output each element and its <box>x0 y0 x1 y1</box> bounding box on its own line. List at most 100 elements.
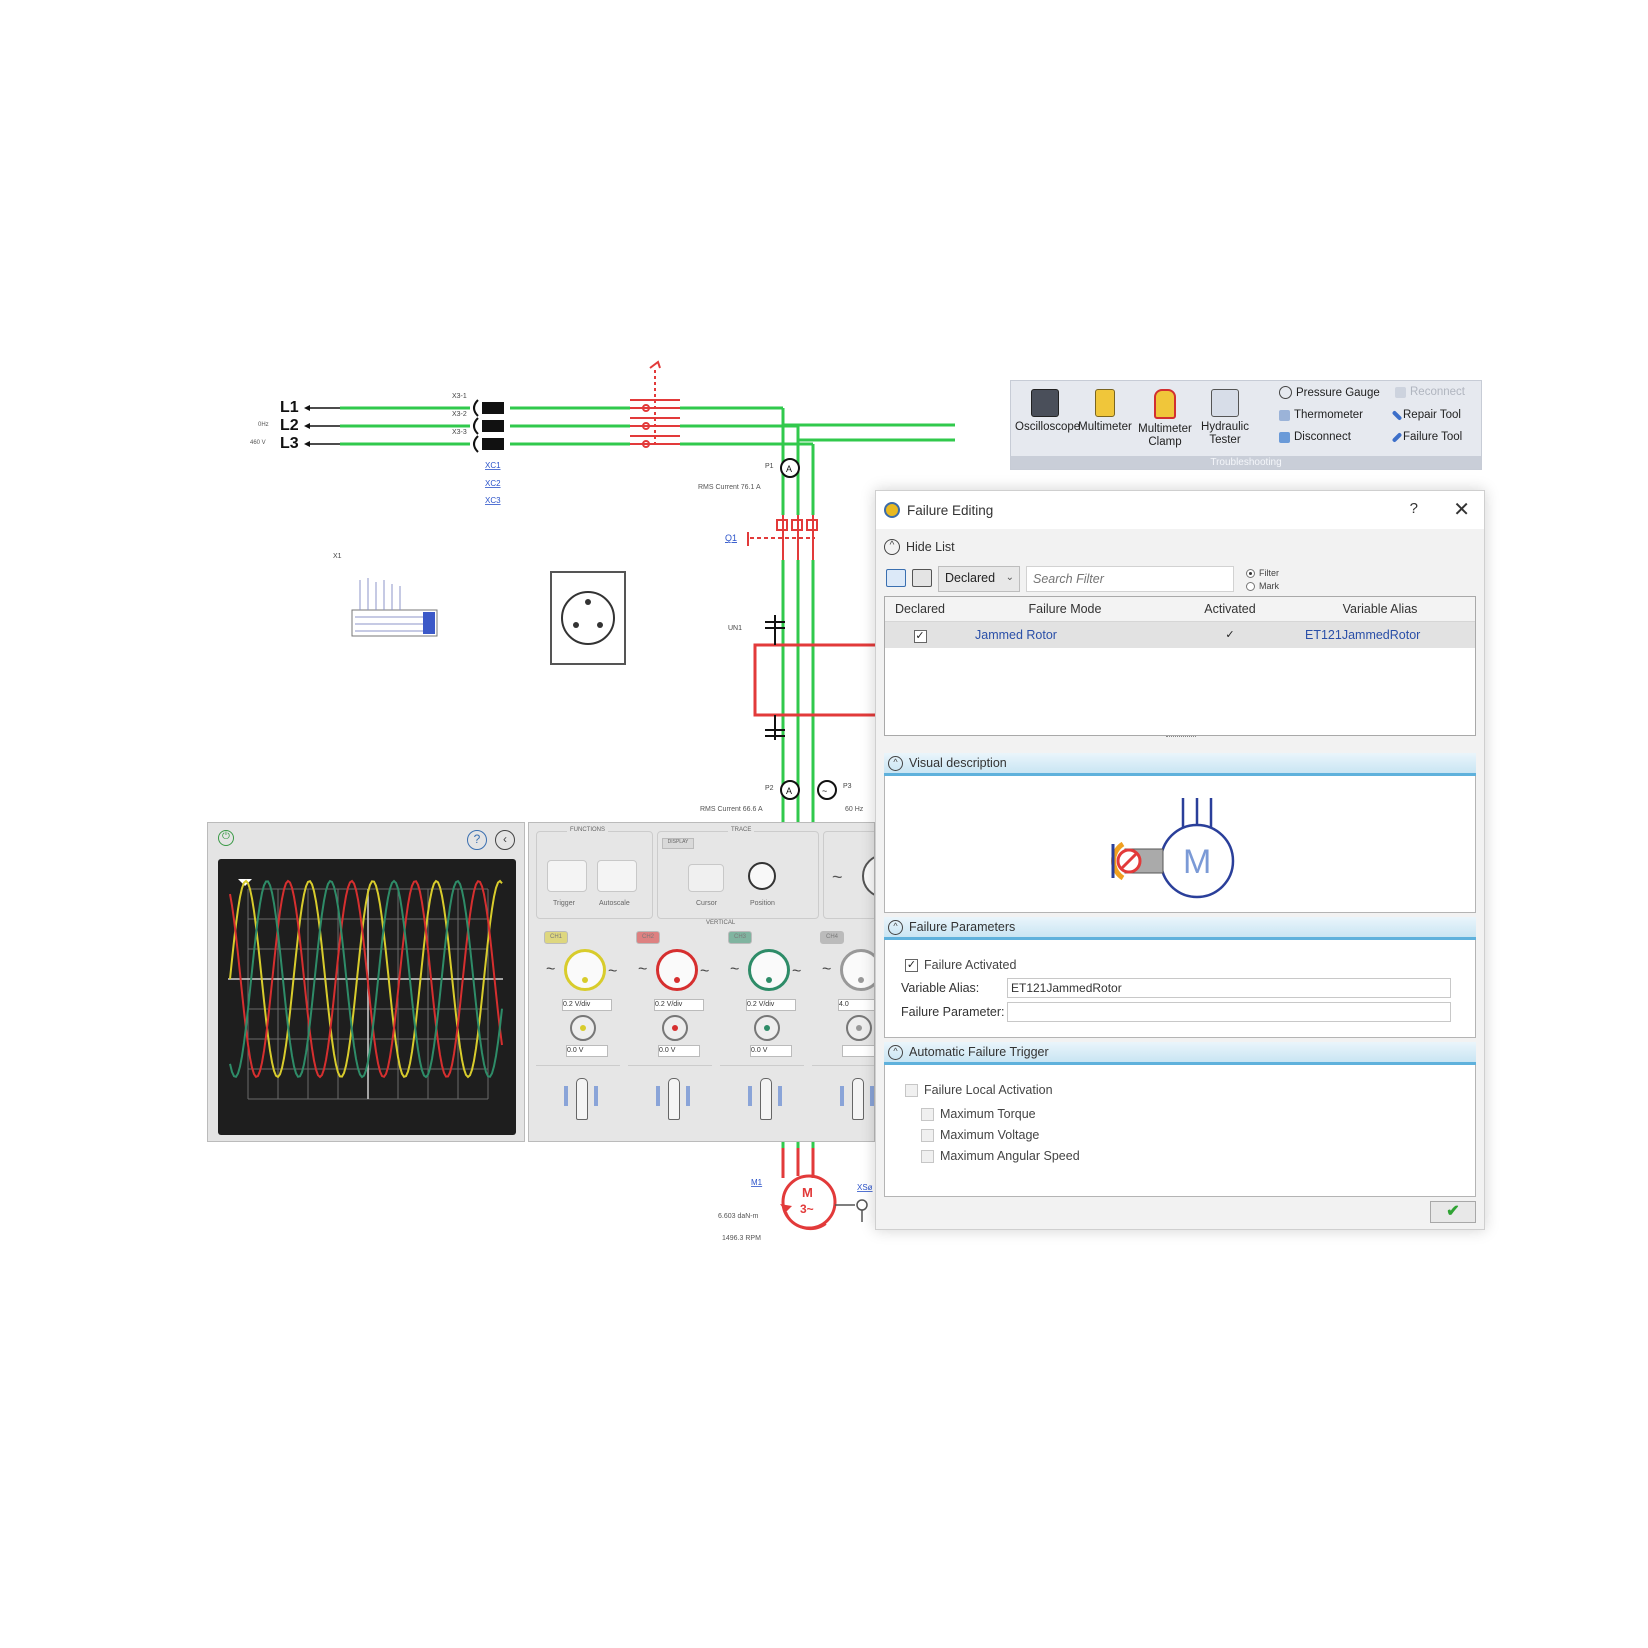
terminal-link-3[interactable]: XC3 <box>485 496 501 505</box>
terminal-link-1[interactable]: XC1 <box>485 461 501 470</box>
probe-icon[interactable] <box>576 1078 588 1120</box>
display-button[interactable]: DISPLAY <box>662 838 694 849</box>
maximum-voltage-checkbox[interactable]: Maximum Voltage <box>921 1128 1039 1142</box>
volts-div-select[interactable]: 0.2 V/div <box>746 999 796 1011</box>
terminal-link-2[interactable]: XC2 <box>485 479 501 488</box>
failure-tool-button[interactable]: Failure Tool <box>1391 431 1462 443</box>
channel-strip: CH1 ~ ~ 0.2 V/div 0.0 V <box>536 923 622 1133</box>
volts-div-select[interactable]: 0.2 V/div <box>562 999 612 1011</box>
motor-speed-reading: 1496.3 RPM <box>722 1235 761 1242</box>
automatic-trigger-header[interactable]: ^ Automatic Failure Trigger <box>884 1042 1476 1065</box>
probe-area <box>536 1065 620 1134</box>
declared-filter-select[interactable]: Declared ⌄ <box>938 566 1020 592</box>
add-failure-icon[interactable] <box>886 569 906 587</box>
functions-group: FUNCTIONS Trigger Autoscale <box>536 827 653 919</box>
probe-area <box>720 1065 804 1134</box>
supply-voltage-label: 460 V <box>250 440 266 446</box>
help-icon[interactable]: ? <box>467 830 487 850</box>
probe-icon[interactable] <box>852 1078 864 1120</box>
channel-toggle[interactable]: CH2 <box>636 931 660 944</box>
motor-link[interactable]: M1 <box>751 1178 763 1187</box>
offset-select[interactable]: 0.0 V <box>566 1045 608 1057</box>
failure-activated-checkbox[interactable]: ✓ Failure Activated <box>905 958 1016 972</box>
trigger-button[interactable] <box>547 860 587 892</box>
offset-select[interactable] <box>842 1045 874 1057</box>
meter-p2-name: P2 <box>765 785 774 792</box>
failure-parameter-field[interactable] <box>1007 1002 1451 1022</box>
channel-strip: CH4 ~ ~ 4.0 <box>812 923 874 1133</box>
thermometer-button[interactable]: Thermometer <box>1279 409 1363 421</box>
position-knob[interactable] <box>748 862 776 890</box>
channel-toggle[interactable]: CH1 <box>544 931 568 944</box>
splitter-handle[interactable] <box>1166 736 1196 741</box>
svg-text:A: A <box>786 464 792 474</box>
visual-description-header[interactable]: ^ Visual description <box>884 753 1476 776</box>
variable-alias-field[interactable] <box>1007 978 1451 998</box>
chevron-up-icon: ^ <box>888 919 903 935</box>
motor-drive[interactable] <box>753 643 887 717</box>
column-failure-mode[interactable]: Failure Mode <box>955 597 1175 621</box>
power-icon[interactable]: ⏻ <box>218 830 234 846</box>
volts-div-select[interactable]: 0.2 V/div <box>654 999 704 1011</box>
autoscale-button[interactable] <box>597 860 637 892</box>
help-button[interactable]: ? <box>1410 500 1418 517</box>
offset-knob[interactable] <box>662 1015 688 1041</box>
offset-select[interactable]: 0.0 V <box>750 1045 792 1057</box>
volts-div-knob[interactable] <box>656 949 698 991</box>
probe-icon[interactable] <box>760 1078 772 1120</box>
breaker-link[interactable]: Q1 <box>725 533 737 543</box>
jammed-rotor-illustration: M <box>1111 798 1235 899</box>
sensor-link[interactable]: XSø <box>857 1183 873 1192</box>
disconnect-button[interactable]: Disconnect <box>1279 431 1351 443</box>
collapse-icon[interactable]: ‹ <box>495 830 515 850</box>
hydraulic-tester-button[interactable]: Hydraulic Tester <box>1195 387 1255 447</box>
circuit-breaker[interactable] <box>747 515 818 560</box>
ribbon-group-label: Troubleshooting <box>1011 456 1481 469</box>
failure-parameters-header[interactable]: ^ Failure Parameters <box>884 917 1476 940</box>
motor-m1-icon[interactable]: M 3~ <box>780 1174 837 1231</box>
channel-toggle[interactable]: CH4 <box>820 931 844 944</box>
save-failure-icon[interactable] <box>912 569 932 587</box>
maximum-torque-checkbox[interactable]: Maximum Torque <box>921 1107 1036 1121</box>
volts-div-knob[interactable] <box>748 949 790 991</box>
pressure-gauge-button[interactable]: Pressure Gauge <box>1279 386 1380 399</box>
reconnect-icon <box>1395 386 1406 398</box>
mark-radio[interactable]: Mark <box>1246 581 1279 591</box>
table-row[interactable]: ✓ Jammed Rotor ✓ ET121JammedRotor <box>885 622 1475 648</box>
local-activation-checkbox[interactable]: Failure Local Activation <box>905 1083 1053 1097</box>
search-filter-input[interactable] <box>1026 566 1234 592</box>
volts-div-knob[interactable] <box>564 949 606 991</box>
close-button[interactable]: ✕ <box>1453 497 1470 522</box>
hide-list-toggle[interactable]: ^ Hide List <box>884 539 955 555</box>
oscilloscope-button[interactable]: Oscilloscope <box>1015 387 1080 434</box>
failure-mode-cell: Jammed Rotor <box>975 628 1057 642</box>
ok-button[interactable]: ✔ <box>1430 1201 1476 1223</box>
channel-toggle[interactable]: CH3 <box>728 931 752 944</box>
volts-div-select[interactable]: 4.0 <box>838 999 874 1011</box>
probe-icon[interactable] <box>668 1078 680 1120</box>
reconnect-button[interactable]: Reconnect <box>1395 386 1465 398</box>
declared-checkbox[interactable]: ✓ <box>913 629 927 643</box>
failure-list-table: Declared Failure Mode Activated Variable… <box>884 596 1476 736</box>
activated-checkbox[interactable]: ✓ <box>1224 630 1237 643</box>
column-declared[interactable]: Declared <box>885 597 955 621</box>
supply-frequency-label: 0Hz <box>258 422 269 428</box>
column-variable-alias[interactable]: Variable Alias <box>1285 597 1475 621</box>
offset-knob[interactable] <box>846 1015 872 1041</box>
maximum-angular-speed-checkbox[interactable]: Maximum Angular Speed <box>921 1149 1080 1163</box>
multimeter-icon <box>1095 389 1115 417</box>
offset-knob[interactable] <box>570 1015 596 1041</box>
offset-knob[interactable] <box>754 1015 780 1041</box>
multimeter-button[interactable]: Multimeter <box>1075 387 1135 434</box>
cursor-button[interactable] <box>688 864 724 892</box>
column-activated[interactable]: Activated <box>1175 597 1285 621</box>
disconnect-switch[interactable] <box>630 360 680 448</box>
timebase-knob[interactable] <box>862 854 874 898</box>
repair-tool-button[interactable]: Repair Tool <box>1391 409 1461 421</box>
svg-text:A: A <box>786 786 792 796</box>
volts-div-knob[interactable] <box>840 949 874 991</box>
filter-radio[interactable]: Filter <box>1246 568 1279 578</box>
thermometer-icon <box>1279 409 1290 421</box>
offset-select[interactable]: 0.0 V <box>658 1045 700 1057</box>
multimeter-clamp-button[interactable]: Multimeter Clamp <box>1135 387 1195 449</box>
